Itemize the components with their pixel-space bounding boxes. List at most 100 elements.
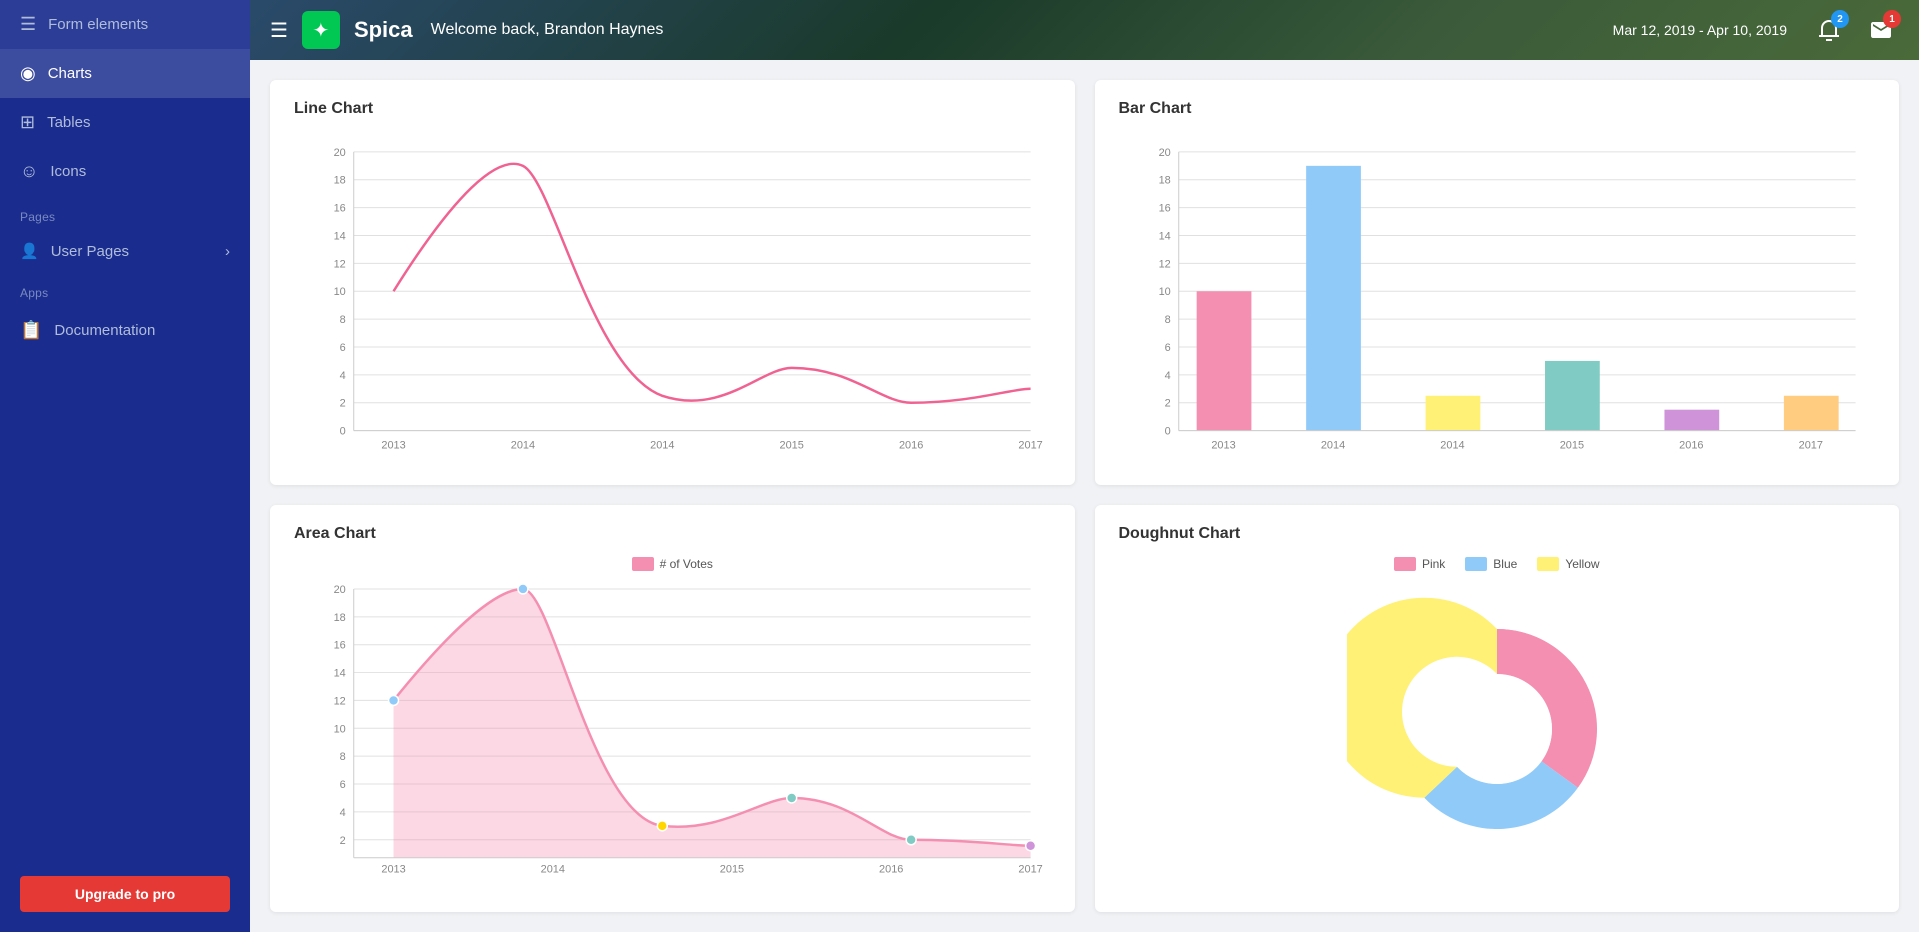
sidebar-item-form-elements[interactable]: ☰ Form elements	[0, 0, 250, 49]
svg-text:8: 8	[340, 751, 346, 763]
svg-text:2017: 2017	[1018, 864, 1042, 876]
welcome-text: Welcome back, Brandon Haynes	[431, 21, 664, 39]
bar-2015	[1545, 361, 1600, 431]
sidebar-item-user-pages[interactable]: 👤 User Pages ›	[0, 230, 250, 272]
legend-votes-box	[632, 557, 654, 571]
svg-text:2015: 2015	[1559, 440, 1583, 451]
svg-text:2013: 2013	[1211, 440, 1235, 451]
svg-text:2016: 2016	[879, 864, 903, 876]
bar-2016	[1664, 410, 1719, 431]
svg-text:20: 20	[1158, 147, 1170, 159]
message-badge: 1	[1883, 10, 1901, 28]
svg-text:2016: 2016	[1679, 440, 1703, 451]
message-button[interactable]: 1	[1863, 12, 1899, 48]
area-chart-title: Area Chart	[294, 525, 1051, 543]
legend-yellow-box	[1537, 557, 1559, 571]
svg-text:18: 18	[334, 175, 346, 187]
brand-name: Spica	[354, 17, 413, 43]
svg-text:2014: 2014	[1320, 440, 1344, 451]
sidebar-item-tables[interactable]: ⊞ Tables	[0, 98, 250, 147]
bar-2014a	[1306, 166, 1361, 431]
logo-icon: ✦	[313, 18, 330, 43]
svg-text:8: 8	[340, 314, 346, 326]
point-mid	[657, 821, 667, 831]
header: ☰ ✦ Spica Welcome back, Brandon Haynes M…	[250, 0, 1919, 60]
svg-text:16: 16	[1158, 203, 1170, 215]
smiley-icon: ☺	[20, 161, 38, 182]
svg-text:10: 10	[334, 723, 346, 735]
sidebar-item-charts[interactable]: ◉ Charts	[0, 49, 250, 98]
svg-text:2014: 2014	[541, 864, 565, 876]
line-chart-card: Line Chart	[270, 80, 1075, 485]
sidebar: ☰ Form elements ◉ Charts ⊞ Tables ☺ Icon…	[0, 0, 250, 932]
doughnut-chart-title: Doughnut Chart	[1119, 525, 1876, 543]
svg-text:12: 12	[1158, 258, 1170, 270]
svg-text:2: 2	[1164, 398, 1170, 410]
svg-text:18: 18	[1158, 175, 1170, 187]
svg-text:16: 16	[334, 203, 346, 215]
svg-text:14: 14	[334, 230, 346, 242]
point-2015	[787, 793, 797, 803]
svg-text:8: 8	[1164, 314, 1170, 326]
svg-text:14: 14	[1158, 230, 1170, 242]
line-chart-container: 20 18 16 14 12 10 8 6 4 2 0 2013	[294, 132, 1051, 456]
svg-text:2014: 2014	[1440, 440, 1464, 451]
svg-text:2: 2	[340, 398, 346, 410]
doughnut-chart-card: Doughnut Chart Pink Blue Yellow	[1095, 505, 1900, 912]
donut-hole	[1442, 674, 1552, 784]
svg-text:12: 12	[334, 695, 346, 707]
point-2014	[518, 584, 528, 594]
bar-2014b	[1425, 396, 1480, 431]
svg-text:12: 12	[334, 258, 346, 270]
point-2017	[1026, 841, 1036, 851]
doughnut-chart-container	[1119, 579, 1876, 879]
svg-text:10: 10	[334, 286, 346, 298]
sidebar-item-documentation[interactable]: 📋 Documentation	[0, 306, 250, 355]
user-icon: 👤	[20, 242, 39, 260]
sidebar-item-icons[interactable]: ☺ Icons	[0, 147, 250, 196]
bar-chart-card: Bar Chart	[1095, 80, 1900, 485]
svg-text:20: 20	[334, 584, 346, 596]
svg-text:2013: 2013	[381, 440, 405, 451]
menu-icon[interactable]: ☰	[270, 18, 288, 43]
svg-text:0: 0	[340, 426, 346, 438]
svg-text:4: 4	[340, 370, 346, 382]
apps-section-label: Apps	[0, 272, 250, 306]
hamburger-icon: ☰	[20, 14, 36, 35]
charts-area: Line Chart	[250, 60, 1919, 932]
area-chart-legend: # of Votes	[294, 557, 1051, 571]
bar-2013	[1196, 291, 1251, 430]
svg-text:4: 4	[1164, 370, 1170, 382]
svg-text:2017: 2017	[1798, 440, 1822, 451]
area-chart-card: Area Chart # of Votes	[270, 505, 1075, 912]
bar-chart-svg: 20 18 16 14 12 10 8 6 4 2 0	[1119, 132, 1876, 451]
legend-pink-box	[1394, 557, 1416, 571]
svg-text:6: 6	[340, 779, 346, 791]
area-chart-container: 20 18 16 14 12 10 8 6 4 2	[294, 579, 1051, 883]
svg-text:2016: 2016	[899, 440, 923, 451]
line-chart-title: Line Chart	[294, 100, 1051, 118]
legend-blue-label: Blue	[1493, 557, 1517, 571]
svg-text:16: 16	[334, 640, 346, 652]
notification-button[interactable]: 2	[1811, 12, 1847, 48]
point-2013	[389, 695, 399, 705]
bar-2017	[1783, 396, 1838, 431]
chart-icon: ◉	[20, 63, 36, 84]
date-range: Mar 12, 2019 - Apr 10, 2019	[1613, 22, 1787, 38]
svg-text:2014: 2014	[511, 440, 535, 451]
line-chart-svg: 20 18 16 14 12 10 8 6 4 2 0 2013	[294, 132, 1051, 451]
table-icon: ⊞	[20, 112, 35, 133]
svg-text:20: 20	[334, 147, 346, 159]
doc-icon: 📋	[20, 320, 42, 341]
bar-chart-title: Bar Chart	[1119, 100, 1876, 118]
svg-text:0: 0	[1164, 426, 1170, 438]
bar-chart-container: 20 18 16 14 12 10 8 6 4 2 0	[1119, 132, 1876, 456]
legend-votes-label: # of Votes	[660, 557, 713, 571]
upgrade-button[interactable]: Upgrade to pro	[20, 876, 230, 912]
doughnut-legend: Pink Blue Yellow	[1119, 557, 1876, 571]
svg-text:2015: 2015	[720, 864, 744, 876]
area-chart-svg: 20 18 16 14 12 10 8 6 4 2	[294, 579, 1051, 878]
svg-text:14: 14	[334, 667, 346, 679]
svg-text:2017: 2017	[1018, 440, 1042, 451]
svg-text:10: 10	[1158, 286, 1170, 298]
